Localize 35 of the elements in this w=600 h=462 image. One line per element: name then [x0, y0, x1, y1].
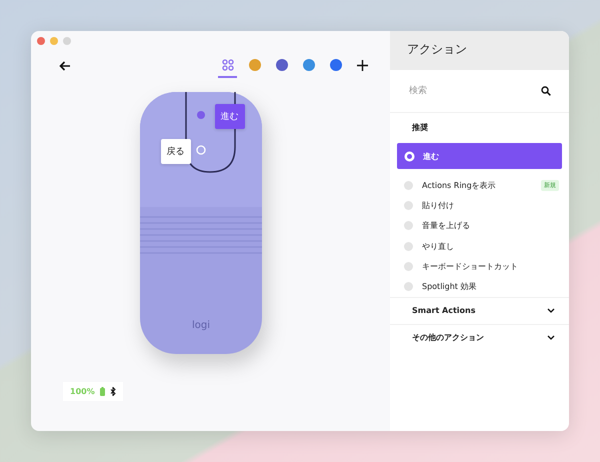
plus-icon: [357, 60, 368, 70]
button-callout[interactable]: 戻る: [160, 139, 190, 164]
action-item[interactable]: 音量を上げる: [390, 216, 569, 236]
search-field[interactable]: 検索: [407, 85, 541, 97]
back-arrow-icon: [59, 61, 71, 71]
action-item[interactable]: キーボードショートカット: [390, 256, 569, 276]
radio-icon: [404, 200, 413, 210]
app-icon: [276, 59, 288, 71]
app-icon: [330, 59, 342, 71]
button-callout[interactable]: 進む: [214, 104, 244, 129]
chevron-icon: [547, 335, 555, 340]
panel-title: アクション: [390, 31, 569, 70]
app-icon: [302, 59, 314, 71]
action-item[interactable]: Spotlight 効果: [390, 276, 569, 297]
bluetooth-icon: [110, 387, 116, 396]
battery-icon: [100, 387, 105, 396]
radio-icon: [404, 180, 413, 190]
radio-icon: [404, 221, 413, 230]
action-group[interactable]: その他のアクション: [390, 324, 569, 351]
close-button[interactable]: [37, 37, 45, 45]
action-item[interactable]: 貼り付け: [390, 195, 569, 216]
battery-level: 100%: [70, 387, 95, 396]
back-button[interactable]: [59, 61, 71, 71]
radio-icon: [404, 262, 413, 271]
section-title: 推奨: [410, 122, 429, 134]
action-item[interactable]: やり直し: [390, 236, 569, 256]
search-icon: [541, 86, 551, 96]
radio-icon: [404, 282, 413, 292]
grid-icon: [222, 59, 234, 71]
app-icon: [248, 59, 260, 71]
radio-icon: [405, 152, 414, 160]
action-item[interactable]: 進む: [397, 143, 562, 169]
radio-icon: [404, 242, 413, 251]
action-group[interactable]: Smart Actions: [390, 296, 569, 324]
chevron-icon: [547, 308, 555, 314]
